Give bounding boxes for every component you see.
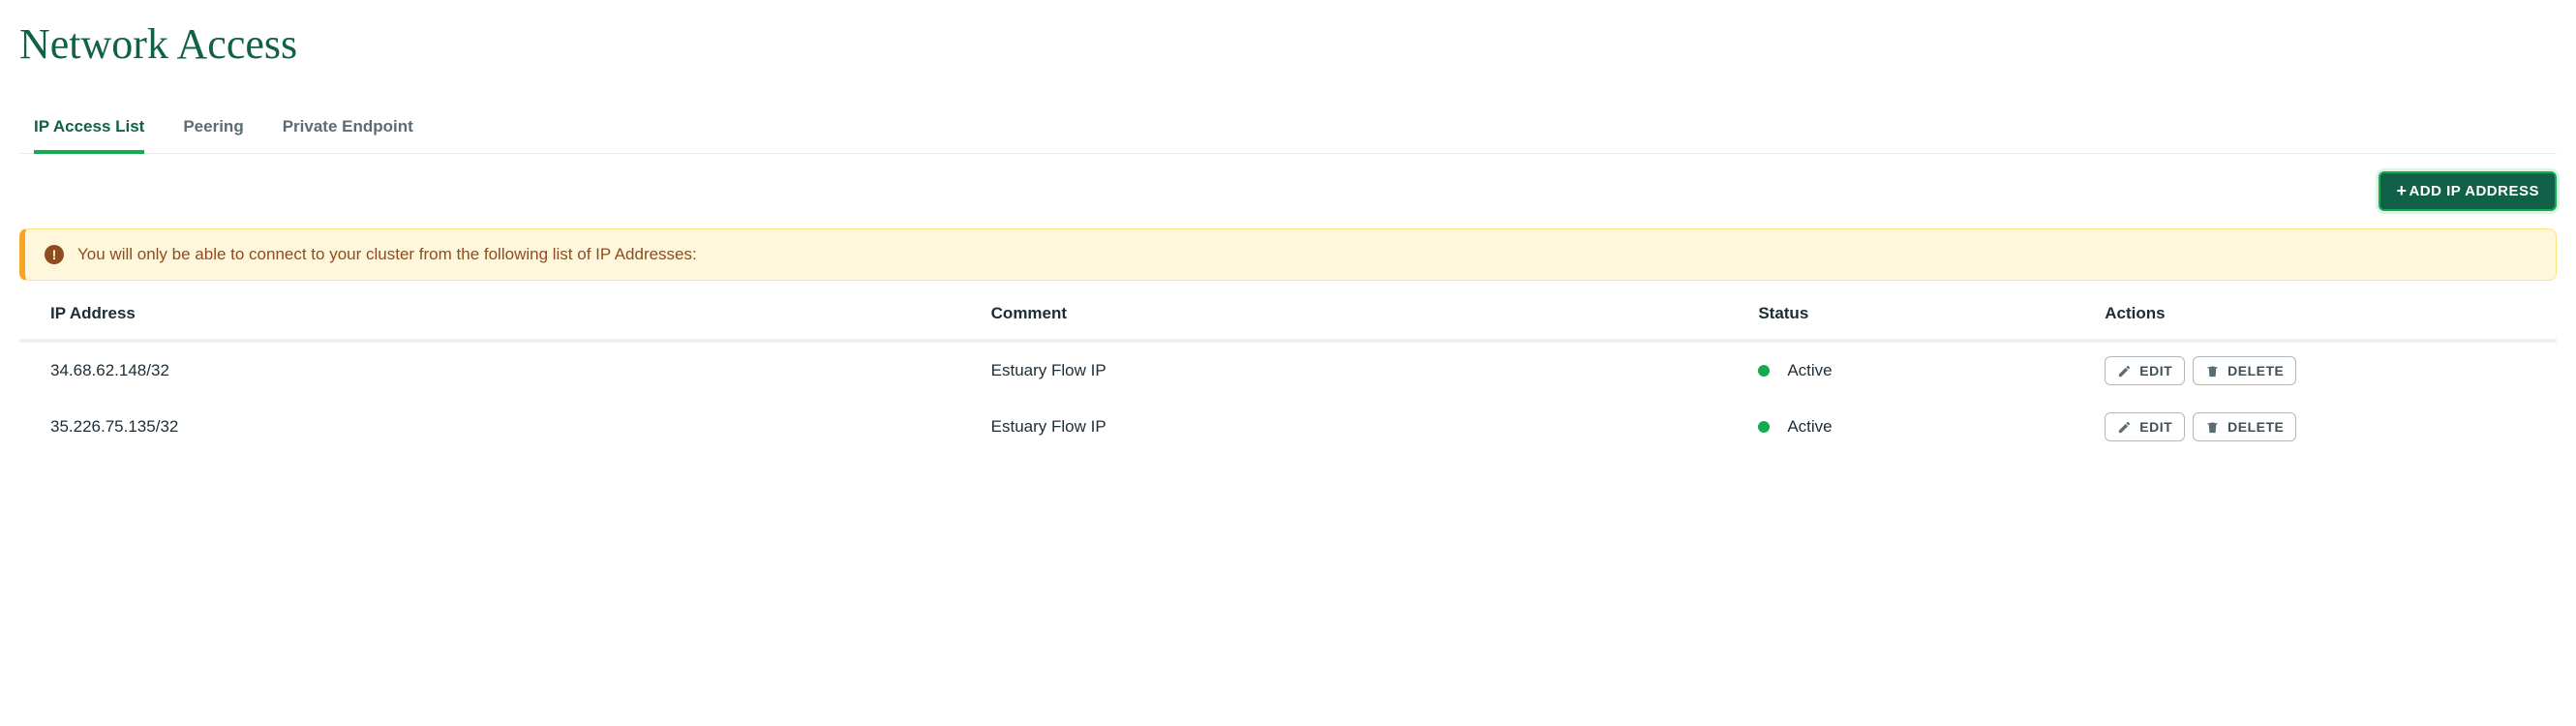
pencil-icon xyxy=(2117,420,2132,435)
tab-ip-access-list[interactable]: IP Access List xyxy=(34,107,144,154)
column-header-comment: Comment xyxy=(991,304,1759,323)
tab-peering[interactable]: Peering xyxy=(183,107,243,154)
status-text: Active xyxy=(1787,361,1832,380)
trash-icon xyxy=(2205,364,2220,378)
status-text: Active xyxy=(1787,417,1832,437)
edit-button[interactable]: EDIT xyxy=(2105,356,2185,385)
add-ip-address-button[interactable]: + ADD IP ADDRESS xyxy=(2379,171,2557,211)
edit-label: EDIT xyxy=(2139,419,2172,435)
cell-status: Active xyxy=(1758,417,2105,437)
delete-label: DELETE xyxy=(2227,419,2284,435)
table-header-row: IP Address Comment Status Actions xyxy=(19,288,2557,343)
delete-button[interactable]: DELETE xyxy=(2193,412,2296,441)
toolbar: + ADD IP ADDRESS xyxy=(19,154,2557,221)
status-dot-icon xyxy=(1758,365,1770,377)
plus-icon: + xyxy=(2396,181,2407,201)
delete-button[interactable]: DELETE xyxy=(2193,356,2296,385)
cell-actions: EDIT DELETE xyxy=(2105,356,2526,385)
edit-button[interactable]: EDIT xyxy=(2105,412,2185,441)
warning-icon: ! xyxy=(45,245,64,264)
edit-label: EDIT xyxy=(2139,363,2172,378)
delete-label: DELETE xyxy=(2227,363,2284,378)
cell-ip: 34.68.62.148/32 xyxy=(50,361,991,380)
cell-comment: Estuary Flow IP xyxy=(991,417,1759,437)
tabs-bar: IP Access List Peering Private Endpoint xyxy=(19,107,2557,154)
tab-private-endpoint[interactable]: Private Endpoint xyxy=(283,107,413,154)
cell-actions: EDIT DELETE xyxy=(2105,412,2526,441)
cell-ip: 35.226.75.135/32 xyxy=(50,417,991,437)
column-header-status: Status xyxy=(1758,304,2105,323)
table-row: 34.68.62.148/32 Estuary Flow IP Active E… xyxy=(19,343,2557,399)
info-alert: ! You will only be able to connect to yo… xyxy=(19,228,2557,281)
alert-message: You will only be able to connect to your… xyxy=(77,245,697,264)
column-header-ip: IP Address xyxy=(50,304,991,323)
add-button-label: ADD IP ADDRESS xyxy=(2409,183,2539,199)
status-dot-icon xyxy=(1758,421,1770,433)
table-row: 35.226.75.135/32 Estuary Flow IP Active … xyxy=(19,399,2557,455)
ip-access-table: IP Address Comment Status Actions 34.68.… xyxy=(19,288,2557,455)
trash-icon xyxy=(2205,420,2220,435)
cell-status: Active xyxy=(1758,361,2105,380)
pencil-icon xyxy=(2117,364,2132,378)
page-title: Network Access xyxy=(19,19,2557,69)
column-header-actions: Actions xyxy=(2105,304,2526,323)
cell-comment: Estuary Flow IP xyxy=(991,361,1759,380)
